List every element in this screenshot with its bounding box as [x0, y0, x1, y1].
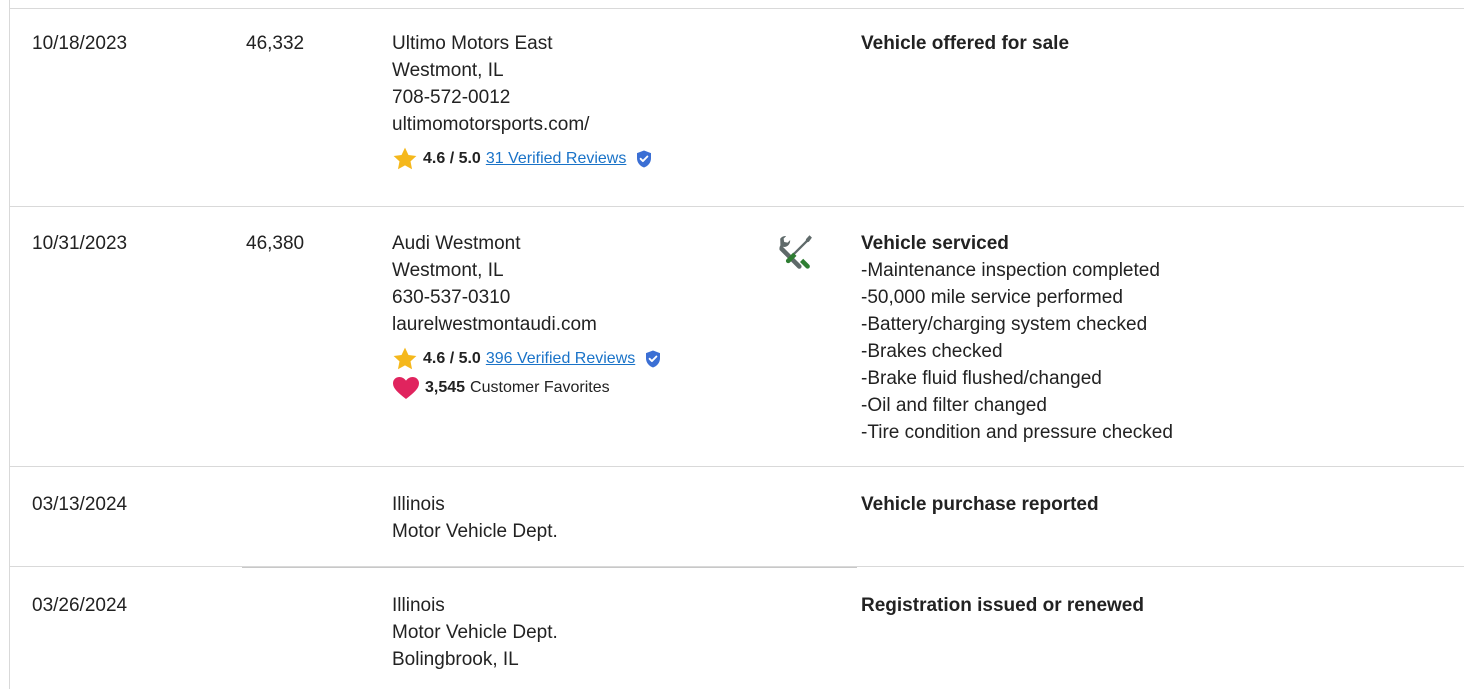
rating-score: 4.6 / 5.0 [423, 350, 481, 367]
table-row: 03/13/2024 Illinois Motor Vehicle Dept. … [10, 466, 1464, 566]
row-date: 03/13/2024 [32, 494, 128, 515]
row-date: 10/18/2023 [32, 33, 128, 54]
row-source: Ultimo Motors East Westmont, IL 708-572-… [392, 30, 652, 172]
source-department: Motor Vehicle Dept. [392, 622, 558, 643]
service-item: -Oil and filter changed [861, 395, 1047, 416]
source-phone: 708-572-0012 [392, 87, 511, 108]
verified-shield-icon [645, 350, 661, 368]
row-source: Illinois Motor Vehicle Dept. Bolingbrook… [392, 592, 558, 673]
table-row: 03/26/2024 Illinois Motor Vehicle Dept. … [10, 566, 1464, 689]
service-item: -Tire condition and pressure checked [861, 422, 1173, 443]
detail-title: Vehicle purchase reported [861, 494, 1099, 515]
customer-favorites: 3,545 Customer Favorites [392, 376, 661, 400]
source-website: ultimomotorsports.com/ [392, 114, 590, 135]
star-icon [392, 146, 418, 172]
row-source: Illinois Motor Vehicle Dept. [392, 491, 558, 545]
service-item: -Brakes checked [861, 341, 1003, 362]
dealer-rating: 4.6 / 5.0 396 Verified Reviews [392, 346, 661, 372]
row-date: 03/26/2024 [32, 595, 128, 616]
row-detail: Registration issued or renewed [861, 592, 1144, 619]
source-department: Motor Vehicle Dept. [392, 521, 558, 542]
row-odometer: 46,332 [246, 33, 305, 54]
row-odometer: 46,380 [246, 233, 305, 254]
row-detail: Vehicle offered for sale [861, 30, 1069, 57]
row-date: 10/31/2023 [32, 233, 128, 254]
wrench-screwdriver-icon [776, 232, 816, 272]
verified-reviews-link[interactable]: 396 Verified Reviews [486, 347, 635, 371]
source-phone: 630-537-0310 [392, 287, 511, 308]
favorites-count: 3,545 [425, 379, 466, 396]
vehicle-history-table: 10/18/2023 46,332 Ultimo Motors East Wes… [9, 0, 1464, 689]
table-row: 10/18/2023 46,332 Ultimo Motors East Wes… [10, 0, 1464, 206]
row-source: Audi Westmont Westmont, IL 630-537-0310 … [392, 230, 661, 400]
table-row: 10/31/2023 46,380 Audi Westmont Westmont… [10, 206, 1464, 466]
source-location: Westmont, IL [392, 260, 504, 281]
service-item: -Battery/charging system checked [861, 314, 1148, 335]
detail-title: Registration issued or renewed [861, 595, 1144, 616]
service-item: -Maintenance inspection completed [861, 260, 1160, 281]
service-item: -Brake fluid flushed/changed [861, 368, 1102, 389]
source-location: Westmont, IL [392, 60, 504, 81]
source-name: Ultimo Motors East [392, 33, 553, 54]
detail-title: Vehicle offered for sale [861, 33, 1070, 54]
rating-score: 4.6 / 5.0 [423, 150, 481, 167]
source-location: Bolingbrook, IL [392, 649, 519, 670]
service-item: -50,000 mile service performed [861, 287, 1123, 308]
heart-icon [392, 376, 420, 400]
detail-title: Vehicle serviced [861, 233, 1009, 254]
source-name: Illinois [392, 494, 445, 515]
row-detail: Vehicle purchase reported [861, 491, 1099, 518]
source-website: laurelwestmontaudi.com [392, 314, 597, 335]
favorites-label: Customer Favorites [470, 379, 610, 396]
source-name: Audi Westmont [392, 233, 521, 254]
dealer-rating: 4.6 / 5.0 31 Verified Reviews [392, 146, 652, 172]
verified-shield-icon [636, 150, 652, 168]
star-icon [392, 346, 418, 372]
source-name: Illinois [392, 595, 445, 616]
row-detail: Vehicle serviced -Maintenance inspection… [861, 230, 1173, 446]
verified-reviews-link[interactable]: 31 Verified Reviews [486, 147, 627, 171]
